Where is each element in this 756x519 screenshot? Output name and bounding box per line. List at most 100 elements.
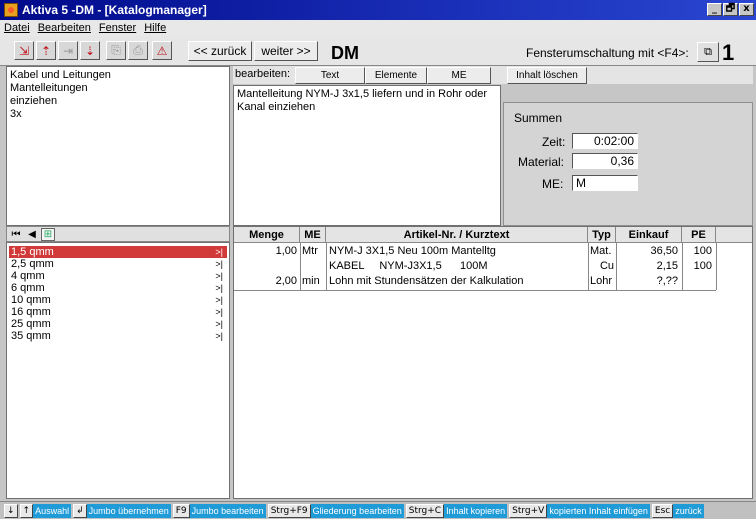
key-strg-c[interactable]: Strg+C [405, 503, 445, 518]
hint-zurueck: zurück [673, 503, 704, 518]
edit-label: bearbeiten: [235, 68, 291, 80]
tree-item[interactable]: Mantelleitungen [10, 82, 226, 95]
menu-fenster[interactable]: Fenster [99, 22, 136, 34]
insert-item-icon[interactable]: ⇲ [14, 41, 34, 60]
list-item[interactable]: 35 qmm >| [9, 330, 227, 342]
tree-item[interactable]: einziehen [10, 95, 226, 108]
cell-einkauf[interactable]: 36,50 [618, 244, 678, 258]
edit-text-button[interactable]: Text [295, 67, 365, 84]
key-down-icon[interactable]: ↓ [4, 503, 18, 518]
key-strg-f9[interactable]: Strg+F9 [267, 503, 311, 518]
forward-button[interactable]: weiter >> [254, 41, 318, 61]
window-switch-label: Fensterumschaltung mit <F4>: [526, 46, 689, 60]
summen-panel: Summen Zeit: 0:02:00 Material: 0,36 ME: … [503, 102, 753, 226]
window-number: 1 [722, 40, 735, 65]
cell-text[interactable]: NYM-J 3X1,5 Neu 100m Mantelltg [329, 244, 587, 258]
status-bar: ↓ ↑ Auswahl ↲ Jumbo übernehmen F9 Jumbo … [0, 501, 756, 519]
close-button[interactable]: x [739, 3, 754, 16]
print-icon[interactable]: ⎙ [128, 41, 148, 60]
me-field[interactable]: M [572, 175, 638, 191]
column-header-blank [716, 227, 752, 243]
key-strg-v[interactable]: Strg+V [509, 503, 548, 518]
cell-einkauf[interactable]: 2,15 [618, 259, 678, 273]
cell-typ[interactable]: Mat. [590, 244, 616, 258]
column-header-pe[interactable]: PE [682, 227, 716, 243]
hint-jumbo-uebernehmen: Jumbo übernehmen [86, 503, 171, 518]
copy-icon[interactable]: ⎘ [106, 41, 126, 60]
cell-text[interactable]: KABEL NYM-J3X1,5 100M [329, 259, 587, 273]
cell-me[interactable]: min [302, 274, 326, 288]
me-label: ME: [542, 177, 564, 191]
previous-record-icon[interactable]: ◀ [25, 228, 39, 241]
column-header-menge[interactable]: Menge [234, 227, 300, 243]
tree-item[interactable]: 3x [10, 108, 226, 121]
cell-einkauf[interactable]: ?,?? [618, 274, 678, 288]
cell-pe[interactable]: 100 [684, 244, 712, 258]
material-field: 0,36 [572, 153, 638, 169]
description-text[interactable]: Mantelleitung NYM-J 3x1,5 liefern und in… [233, 85, 501, 226]
material-label: Material: [518, 155, 565, 169]
edit-bar: bearbeiten: Text Elemente ME Inhalt lösc… [233, 66, 753, 84]
mode-label: DM [331, 43, 359, 63]
cell-pe[interactable]: 100 [684, 259, 712, 273]
restore-button[interactable]: 🗗 [723, 3, 738, 16]
key-esc[interactable]: Esc [651, 503, 674, 518]
move-down-icon[interactable]: ⇣ [80, 41, 100, 60]
menu-hilfe[interactable]: Hilfe [144, 22, 166, 34]
edit-me-button[interactable]: ME [427, 67, 491, 84]
menu-datei[interactable]: Datei [4, 22, 30, 34]
toolbar: ⇲ ⇡ ⇥ ⇣ ⎘ ⎙ ⚠ << zurück weiter >> DM Fen… [0, 36, 756, 66]
first-record-icon[interactable]: ⏮ [9, 228, 23, 241]
tree-item[interactable]: Kabel und Leitungen [10, 69, 226, 82]
cell-text[interactable]: Lohn mit Stundensätzen der Kalkulation [329, 274, 587, 288]
minimize-button[interactable]: _ [707, 3, 722, 16]
warning-icon[interactable]: ⚠ [152, 41, 172, 60]
list-item[interactable]: 1,5 qmm >| [9, 246, 227, 258]
key-enter-icon[interactable]: ↲ [73, 503, 87, 518]
hint-inhalt-kopieren: Inhalt kopieren [444, 503, 508, 518]
indent-icon[interactable]: ⇥ [58, 41, 78, 60]
cell-pe[interactable] [684, 274, 712, 288]
clear-content-button[interactable]: Inhalt löschen [507, 67, 587, 84]
column-header-typ[interactable]: Typ [588, 227, 616, 243]
cell-menge[interactable]: 1,00 [234, 244, 297, 258]
hint-gliederung: Gliederung bearbeiten [310, 503, 404, 518]
zeit-label: Zeit: [542, 135, 566, 149]
cell-menge[interactable]: 2,00 [234, 274, 297, 288]
list-item[interactable]: 16 qmm >| [9, 306, 227, 318]
cell-me[interactable] [302, 259, 326, 273]
list-item[interactable]: 25 qmm >| [9, 318, 227, 330]
tree-view-icon[interactable]: ⊞ [41, 228, 55, 241]
hint-auswahl: Auswahl [33, 503, 72, 518]
size-list: 1,5 qmm >| 2,5 qmm >| 4 qmm >| 6 qmm >| 10 q… [6, 242, 230, 499]
key-f9[interactable]: F9 [172, 503, 190, 518]
hint-inhalt-einfuegen: kopierten Inhalt einfügen [547, 503, 650, 518]
hint-jumbo-bearbeiten: Jumbo bearbeiten [189, 503, 266, 518]
cell-typ[interactable]: Lohr [590, 274, 616, 288]
window-switch-icon[interactable]: ⧉ [697, 42, 719, 62]
catalog-path-panel: Kabel und Leitungen Mantelleitungen einz… [6, 66, 230, 226]
menu-bearbeiten[interactable]: Bearbeiten [38, 22, 91, 34]
list-navigation-bar: ⏮ ◀ ⊞ [6, 226, 230, 242]
list-item[interactable]: 2,5 qmm >| [9, 258, 227, 270]
article-table: Menge ME Artikel-Nr. / Kurztext Typ Eink… [233, 226, 753, 499]
title-bar: Aktiva 5 -DM - [Katalogmanager] _ 🗗 x [0, 0, 756, 20]
app-icon [4, 3, 18, 17]
menu-bar: Datei Bearbeiten Fenster Hilfe [0, 20, 756, 36]
list-item[interactable]: 6 qmm >| [9, 282, 227, 294]
cell-typ[interactable]: Cu [590, 259, 614, 273]
summen-title: Summen [514, 111, 563, 125]
zeit-field: 0:02:00 [572, 133, 638, 149]
back-button[interactable]: << zurück [188, 41, 252, 61]
edit-elements-button[interactable]: Elemente [365, 67, 427, 84]
window-title: Aktiva 5 -DM - [Katalogmanager] [22, 3, 207, 17]
key-up-icon[interactable]: ↑ [19, 503, 34, 518]
column-header-artikel[interactable]: Artikel-Nr. / Kurztext [326, 227, 588, 243]
list-item[interactable]: 4 qmm >| [9, 270, 227, 282]
move-up-icon[interactable]: ⇡ [36, 41, 56, 60]
cell-menge[interactable] [234, 259, 297, 273]
cell-me[interactable]: Mtr [302, 244, 326, 258]
column-header-me[interactable]: ME [300, 227, 326, 243]
column-header-einkauf[interactable]: Einkauf [616, 227, 682, 243]
list-item[interactable]: 10 qmm >| [9, 294, 227, 306]
